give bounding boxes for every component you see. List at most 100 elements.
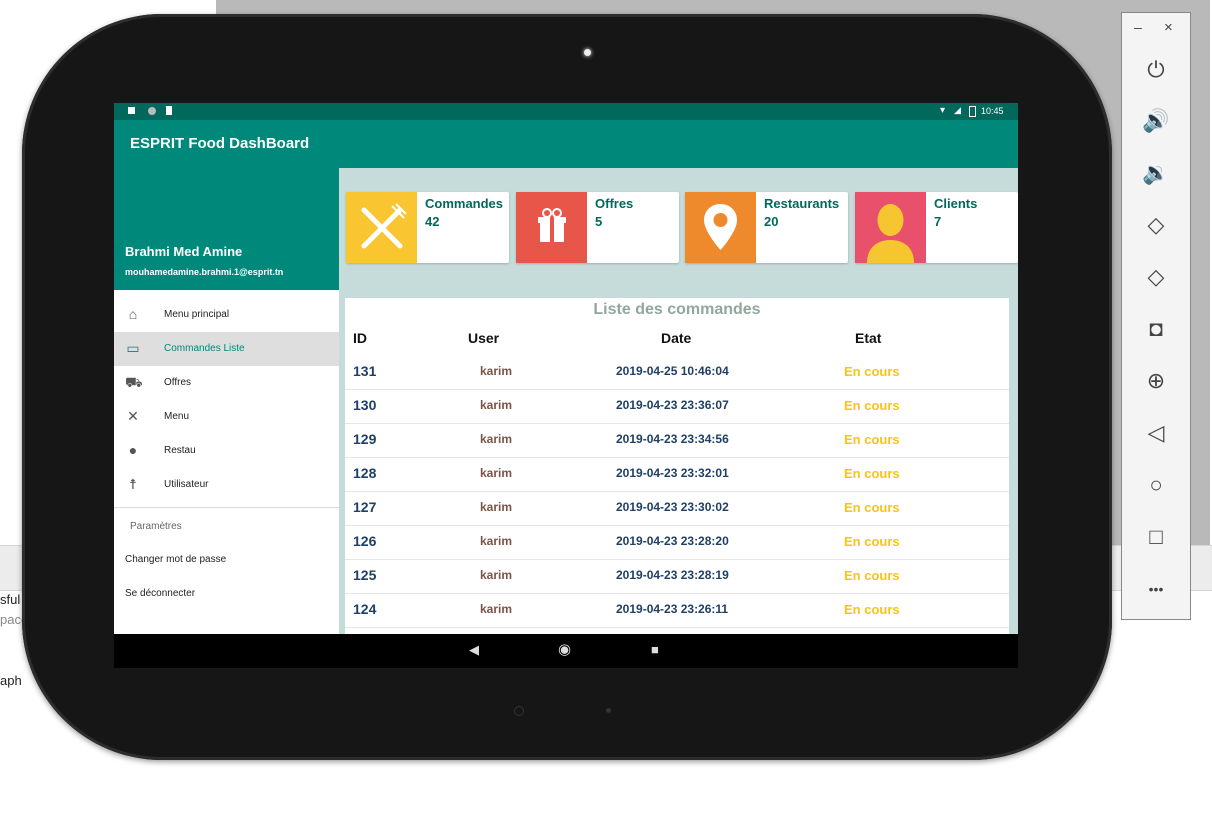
- user-avatar-icon: [855, 192, 926, 263]
- status-bar: ▾ ◢ 10:45: [114, 103, 1018, 120]
- back-button[interactable]: ◀: [469, 642, 479, 658]
- home-icon: ⌂: [128, 306, 138, 322]
- rotate-right-icon[interactable]: ◇: [1136, 257, 1176, 297]
- app-toolbar: ESPRIT Food DashBoard: [114, 120, 1018, 168]
- order-date: 2019-04-23 23:32:01: [616, 466, 729, 480]
- drawer-header: Brahmi Med Amine mouhamedamine.brahmi.1@…: [114, 168, 339, 290]
- nav-item-label: Restau: [164, 445, 196, 456]
- table-row[interactable]: 131 karim 2019-04-25 10:46:04 En cours: [345, 355, 1009, 390]
- order-user: karim: [480, 364, 513, 378]
- order-user: karim: [480, 568, 513, 582]
- change-password-item[interactable]: Changer mot de passe: [125, 554, 226, 565]
- fork-knife-icon: [346, 192, 417, 263]
- order-status: En cours: [844, 500, 900, 515]
- order-id: 128: [353, 465, 377, 481]
- nav-item-offres[interactable]: ⛟ Offres: [114, 366, 339, 400]
- cart-icon: ⛟: [125, 374, 143, 390]
- comment-icon: ▭: [126, 340, 140, 356]
- app-title: ESPRIT Food DashBoard: [130, 135, 310, 152]
- nav-item-restau[interactable]: ● Restau: [114, 434, 339, 468]
- stat-count: 7: [934, 214, 942, 229]
- order-status: En cours: [844, 534, 900, 549]
- back-icon[interactable]: ◁: [1136, 413, 1176, 453]
- stat-card-clients[interactable]: Clients 7: [855, 192, 1018, 263]
- power-icon[interactable]: ⏻: [1136, 50, 1176, 90]
- order-date: 2019-04-23 23:28:19: [616, 568, 729, 582]
- orders-panel: Liste des commandes ID User Date Etat 13…: [345, 298, 1009, 638]
- volume-down-icon[interactable]: 🔉: [1136, 153, 1176, 193]
- order-status: En cours: [844, 364, 900, 379]
- nav-item-menu-principal[interactable]: ⌂ Menu principal: [114, 298, 339, 332]
- table-row[interactable]: 126 karim 2019-04-23 23:28:20 En cours: [345, 525, 1009, 560]
- device-screen: ▾ ◢ 10:45 ESPRIT Food DashBoard Brahmi M…: [114, 103, 1018, 668]
- zoom-icon[interactable]: ⊕: [1136, 361, 1176, 401]
- order-date: 2019-04-25 10:46:04: [616, 364, 729, 378]
- order-date: 2019-04-23 23:28:20: [616, 534, 729, 548]
- minimize-button[interactable]: –: [1134, 19, 1142, 35]
- order-id: 129: [353, 431, 377, 447]
- table-row[interactable]: 125 karim 2019-04-23 23:28:19 En cours: [345, 559, 1009, 594]
- volume-up-icon[interactable]: 🔊: [1136, 101, 1176, 141]
- table-row[interactable]: 129 karim 2019-04-23 23:34:56 En cours: [345, 423, 1009, 458]
- order-user: karim: [480, 398, 513, 412]
- settings-section-label: Paramètres: [130, 521, 182, 532]
- order-id: 127: [353, 499, 377, 515]
- table-row[interactable]: 124 karim 2019-04-23 23:26:11 En cours: [345, 593, 1009, 628]
- stat-count: 5: [595, 214, 603, 229]
- stat-title: Commandes: [425, 196, 504, 211]
- order-id: 130: [353, 397, 377, 413]
- recents-button[interactable]: ■: [651, 642, 659, 657]
- logout-item[interactable]: Se déconnecter: [125, 588, 195, 599]
- more-icon[interactable]: •••: [1136, 569, 1176, 609]
- signal-icon: ◢: [954, 105, 961, 115]
- rotate-left-icon[interactable]: ◇: [1136, 205, 1176, 245]
- nav-item-menu[interactable]: ✕ Menu: [114, 400, 339, 434]
- user-name: Brahmi Med Amine: [125, 244, 243, 259]
- home-icon[interactable]: ○: [1136, 465, 1176, 505]
- nav-item-label: Utilisateur: [164, 479, 209, 490]
- main-content: Commandes 42 Offres 5 Restaurants 20 Cli…: [339, 168, 1018, 638]
- order-date: 2019-04-23 23:26:11: [616, 602, 729, 616]
- drawer-divider: [114, 507, 339, 508]
- order-date: 2019-04-23 23:30:02: [616, 500, 729, 514]
- person-icon: ☨: [129, 476, 137, 492]
- order-id: 125: [353, 567, 377, 583]
- stat-card-offres[interactable]: Offres 5: [516, 192, 679, 263]
- nav-item-label: Commandes Liste: [164, 343, 245, 354]
- order-status: En cours: [844, 568, 900, 583]
- stat-card-restaurants[interactable]: Restaurants 20: [685, 192, 848, 263]
- wifi-icon: ▾: [940, 105, 946, 116]
- sd-card-icon: [166, 106, 172, 115]
- nav-item-label: Menu principal: [164, 309, 230, 320]
- column-header-user: User: [468, 330, 500, 346]
- sensor-dot: [606, 708, 611, 713]
- map-pin-icon: [685, 192, 756, 263]
- nav-item-utilisateur[interactable]: ☨ Utilisateur: [114, 468, 339, 502]
- home-button[interactable]: ◉: [558, 640, 571, 658]
- close-button[interactable]: ×: [1164, 19, 1173, 36]
- navigation-drawer: Brahmi Med Amine mouhamedamine.brahmi.1@…: [114, 168, 339, 638]
- nav-item-commandes-liste[interactable]: ▭ Commandes Liste: [114, 332, 339, 366]
- stat-count: 42: [425, 214, 440, 229]
- order-date: 2019-04-23 23:34:56: [616, 432, 729, 446]
- table-row[interactable]: 130 karim 2019-04-23 23:36:07 En cours: [345, 389, 1009, 424]
- overview-icon[interactable]: □: [1136, 517, 1176, 557]
- battery-icon: [969, 106, 976, 117]
- column-header-id: ID: [353, 330, 367, 346]
- column-header-etat: Etat: [855, 330, 882, 346]
- table-row[interactable]: 128 karim 2019-04-23 23:32:01 En cours: [345, 457, 1009, 492]
- orders-title: Liste des commandes: [593, 301, 761, 318]
- order-id: 124: [353, 601, 377, 617]
- emulator-control-panel: – × ⏻ 🔊 🔉 ◇ ◇ ◘ ⊕ ◁ ○ □ •••: [1121, 12, 1191, 620]
- order-status: En cours: [844, 398, 900, 413]
- stat-title: Clients: [934, 196, 978, 211]
- order-id: 131: [353, 363, 377, 379]
- table-row[interactable]: 127 karim 2019-04-23 23:30:02 En cours: [345, 491, 1009, 526]
- order-status: En cours: [844, 602, 900, 617]
- camera-icon[interactable]: ◘: [1136, 309, 1176, 349]
- order-id: 126: [353, 533, 377, 549]
- stat-card-commandes[interactable]: Commandes 42: [346, 192, 509, 263]
- order-user: karim: [480, 432, 513, 446]
- order-user: karim: [480, 602, 513, 616]
- gift-icon: [516, 192, 587, 263]
